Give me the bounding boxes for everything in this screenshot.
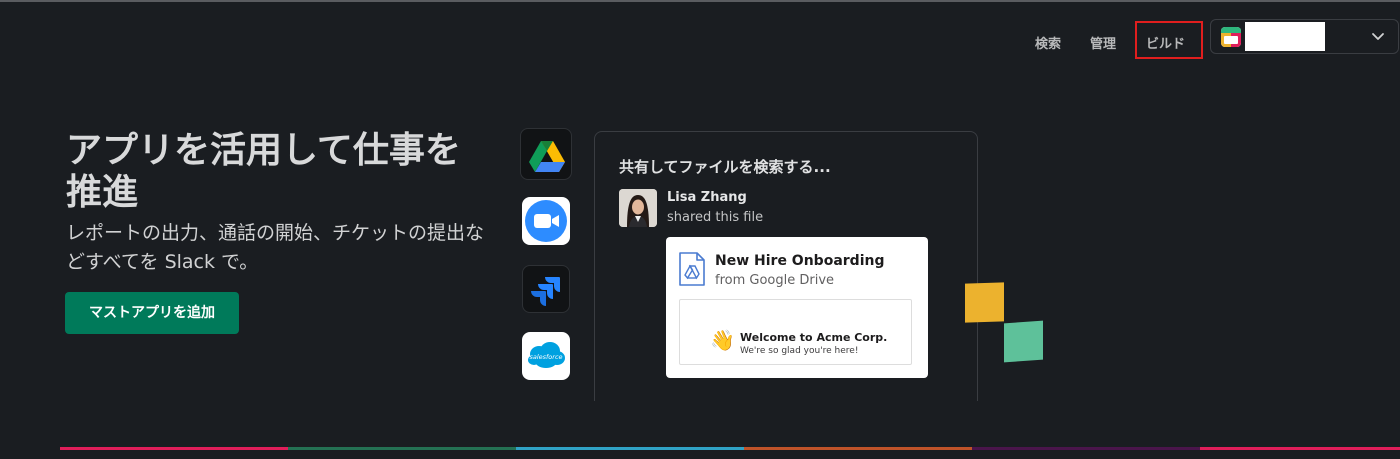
zoom-icon xyxy=(525,200,567,242)
nav-search-link[interactable]: 検索 xyxy=(1035,33,1061,52)
file-preview: 👋 Welcome to Acme Corp. We're so glad yo… xyxy=(679,299,912,365)
workspace-switcher[interactable] xyxy=(1210,19,1399,54)
google-drive-icon xyxy=(529,141,565,172)
app-tile-jira[interactable] xyxy=(522,265,570,313)
hero-title: アプリを活用して仕事を推進 xyxy=(66,130,461,213)
avatar xyxy=(619,189,657,227)
bottom-stripe-segment xyxy=(1200,447,1400,450)
bottom-stripe-segment xyxy=(744,447,972,450)
salesforce-icon: salesforce xyxy=(528,342,565,368)
jira-icon xyxy=(531,277,560,306)
search-card-title: 共有してファイルを検索する... xyxy=(619,158,831,176)
bottom-stripe-segment xyxy=(972,447,1200,450)
shared-by-user-name[interactable]: Lisa Zhang xyxy=(667,190,747,205)
preview-title: Welcome to Acme Corp. xyxy=(740,331,888,344)
waving-hand-emoji: 👋 xyxy=(710,328,735,352)
app-tile-google-drive[interactable] xyxy=(520,128,572,180)
window-top-border xyxy=(0,0,1400,2)
google-doc-file-icon xyxy=(679,252,705,286)
shared-action-text: shared this file xyxy=(667,210,764,225)
build-highlight-box xyxy=(1135,21,1203,59)
shared-file-card[interactable]: New Hire Onboarding from Google Drive 👋 … xyxy=(666,237,928,378)
nav-admin-link[interactable]: 管理 xyxy=(1090,33,1116,52)
app-tile-salesforce[interactable]: salesforce xyxy=(522,332,570,380)
app-tile-zoom[interactable] xyxy=(522,197,570,245)
bottom-stripe-segment xyxy=(288,447,516,450)
file-source: from Google Drive xyxy=(715,273,835,288)
workspace-logo-icon xyxy=(1221,27,1241,47)
salesforce-label: salesforce xyxy=(529,353,562,361)
decorative-green-square xyxy=(1004,320,1043,363)
chevron-down-icon xyxy=(1372,33,1384,40)
file-title: New Hire Onboarding xyxy=(715,253,885,269)
decorative-yellow-square xyxy=(965,282,1004,323)
add-apps-button[interactable]: マストアプリを追加 xyxy=(65,292,239,334)
hero-subtitle: レポートの出力、通話の開始、チケットの提出などすべてを Slack で。 xyxy=(66,222,485,273)
preview-subtitle: We're so glad you're here! xyxy=(740,346,859,356)
bottom-stripe-segment xyxy=(516,447,744,450)
workspace-name-redacted xyxy=(1245,22,1325,51)
bottom-stripe-segment xyxy=(60,447,288,450)
